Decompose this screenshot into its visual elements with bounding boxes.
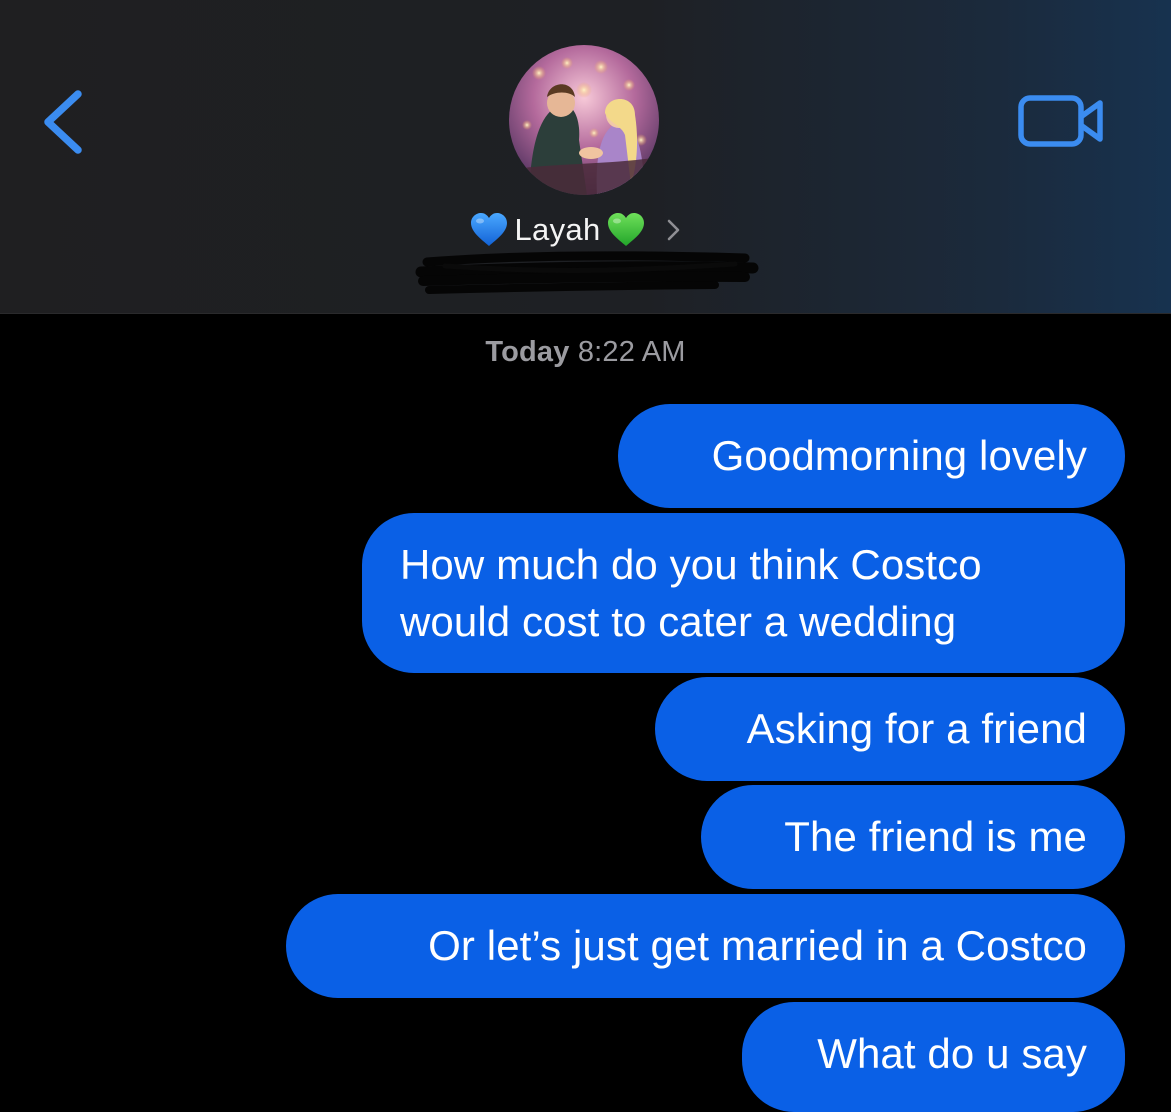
chevron-left-icon [44, 90, 82, 154]
sent-message-bubble[interactable]: Or let’s just get married in a Costco [286, 894, 1125, 998]
conversation-header: Layah [0, 0, 1171, 314]
sent-message-bubble[interactable]: The friend is me [701, 785, 1125, 889]
back-button[interactable] [30, 80, 100, 164]
blue-heart-icon [470, 213, 507, 246]
chevron-right-icon [668, 219, 680, 241]
sent-message-bubble[interactable]: Asking for a friend [655, 677, 1125, 781]
timestamp-time: 8:22 AM [577, 336, 686, 368]
redaction-scribble [415, 251, 759, 294]
sent-message-bubble[interactable]: Goodmorning lovely [618, 404, 1125, 508]
facetime-video-button[interactable] [1012, 88, 1112, 158]
avatar-image [509, 45, 659, 195]
timestamp-day: Today [485, 336, 570, 368]
green-heart-icon [608, 213, 645, 246]
contact-avatar[interactable] [509, 45, 659, 195]
sent-message-bubble[interactable]: How much do you think Costco would cost … [362, 513, 1125, 673]
message-timestamp: Today 8:22 AM [0, 336, 1171, 369]
video-camera-icon [1018, 95, 1103, 147]
contact-name: Layah [514, 212, 601, 247]
sent-message-bubble[interactable]: What do u say [742, 1002, 1125, 1112]
contact-name-group: Layah [469, 211, 685, 249]
